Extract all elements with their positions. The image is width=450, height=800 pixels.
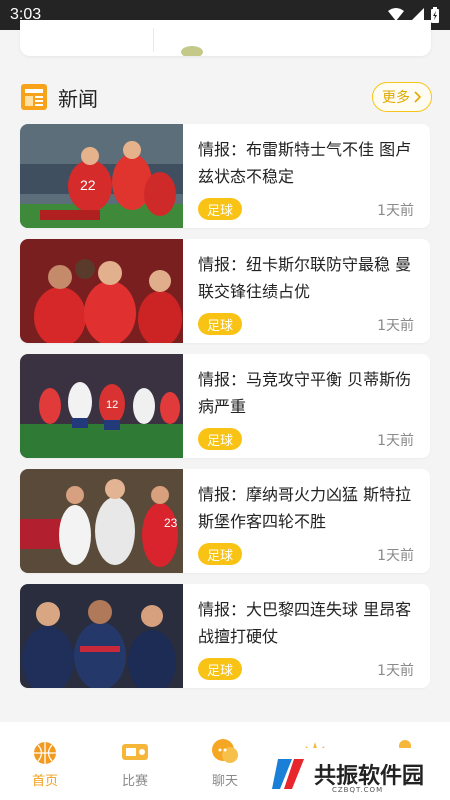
news-time: 1天前 — [377, 318, 414, 334]
news-tag: 足球 — [198, 658, 242, 680]
news-item[interactable]: 情报：纽卡斯尔联防守最稳 曼联交锋往绩占优 足球 1天前 — [20, 239, 430, 343]
news-thumbnail: 12 — [20, 354, 183, 458]
battery-icon — [431, 7, 439, 23]
news-tag: 足球 — [198, 428, 242, 450]
news-thumbnail — [20, 239, 183, 343]
news-title: 情报：大巴黎四连失球 里昂客战擅打硬仗 — [198, 600, 412, 646]
top-card-divider — [153, 28, 154, 52]
news-title: 情报：摩纳哥火力凶猛 斯特拉斯堡作客四轮不胜 — [198, 485, 412, 531]
news-item[interactable]: 22 情报：布雷斯特士气不佳 图卢兹状态不稳定 足球 1天前 — [20, 124, 430, 228]
home-basketball-icon — [34, 742, 56, 764]
chevron-right-icon — [414, 91, 422, 103]
top-card-icon — [181, 46, 203, 56]
watermark-logo — [272, 759, 304, 789]
nav-item-match[interactable]: 比赛 — [100, 736, 170, 789]
news-item[interactable]: 情报：大巴黎四连失球 里昂客战擅打硬仗 足球 1天前 — [20, 584, 430, 688]
news-time: 1天前 — [377, 548, 414, 564]
top-card — [20, 20, 431, 56]
news-tag: 足球 — [198, 198, 242, 220]
ticket-icon — [122, 744, 148, 760]
nav-label: 首页 — [31, 774, 58, 789]
news-time: 1天前 — [377, 663, 414, 679]
news-tag: 足球 — [198, 313, 242, 335]
news-title: 情报：布雷斯特士气不佳 图卢兹状态不稳定 — [198, 140, 412, 186]
news-time: 1天前 — [377, 203, 414, 219]
news-time: 1天前 — [377, 433, 414, 449]
news-item[interactable]: 12 情报：马竞攻守平衡 贝蒂斯伤病严重 足球 1天前 — [20, 354, 430, 458]
news-item[interactable]: 23 情报：摩纳哥火力凶猛 斯特拉斯堡作客四轮不胜 足球 1天前 — [20, 469, 430, 573]
news-title: 情报：马竞攻守平衡 贝蒂斯伤病严重 — [198, 370, 412, 416]
chat-icon — [212, 739, 238, 763]
nav-label: 比赛 — [121, 774, 148, 789]
news-tag: 足球 — [198, 543, 242, 565]
news-section-header: 新闻 更多 — [20, 78, 432, 116]
svg-text:12: 12 — [106, 399, 118, 411]
more-label: 更多 — [382, 90, 410, 106]
news-thumbnail: 23 — [20, 469, 183, 573]
news-thumbnail — [20, 584, 183, 688]
news-list: 22 情报：布雷斯特士气不佳 图卢兹状态不稳定 足球 1天前 情报：纽卡斯尔联防… — [20, 124, 430, 699]
news-title: 情报：纽卡斯尔联防守最稳 曼联交锋往绩占优 — [198, 255, 412, 301]
svg-text:22: 22 — [80, 177, 96, 193]
watermark-url: CZBQT.COM — [332, 786, 384, 794]
section-title: 新闻 — [58, 86, 98, 111]
more-button[interactable]: 更多 — [372, 82, 432, 112]
nav-item-home[interactable]: 首页 — [10, 736, 80, 789]
watermark: 共振软件园 CZBQT.COM — [250, 748, 450, 800]
nav-label: 聊天 — [211, 774, 238, 789]
news-icon — [21, 84, 47, 110]
svg-text:23: 23 — [164, 516, 178, 530]
news-thumbnail: 22 — [20, 124, 183, 228]
